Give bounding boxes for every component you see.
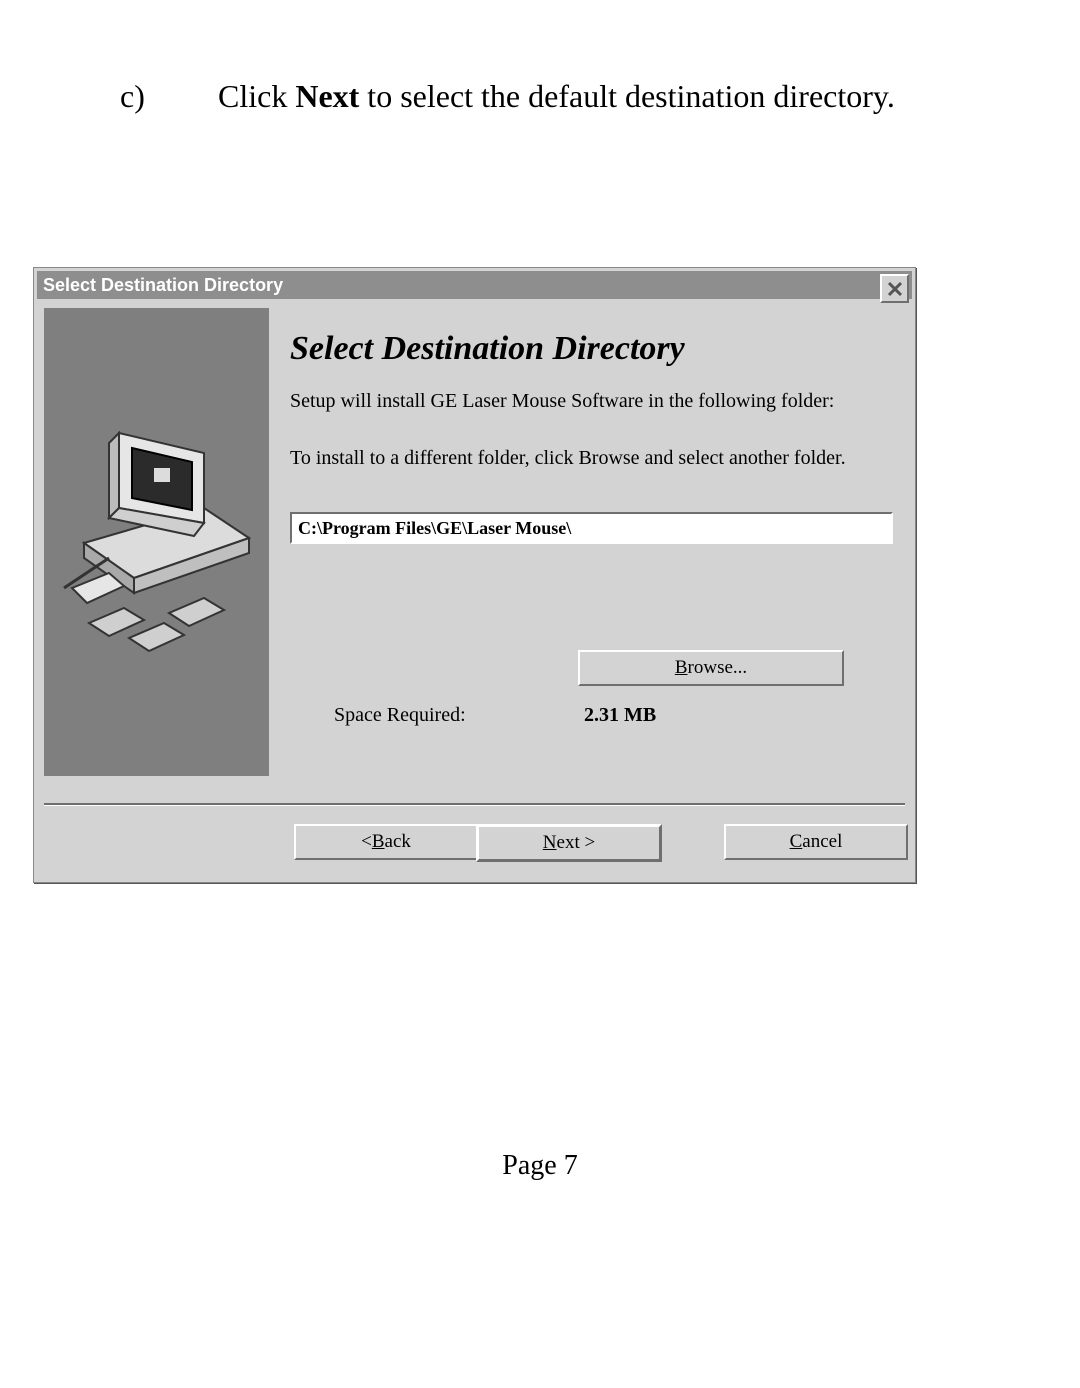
cancel-button-ul: C (790, 831, 803, 853)
cancel-button-post: ancel (802, 831, 842, 853)
back-button-post: ack (385, 831, 411, 853)
dialog-separator (44, 803, 905, 806)
cancel-button[interactable]: Cancel (724, 824, 908, 860)
instruction-text-pre: Click (218, 78, 295, 114)
browse-button-ul: B (675, 657, 688, 679)
close-icon (887, 281, 903, 297)
dialog-line-1: Setup will install GE Laser Mouse Softwa… (290, 388, 899, 415)
title-bar-text: Select Destination Directory (43, 275, 283, 296)
computer-illustration-icon (54, 408, 259, 688)
dialog-body: Select Destination Directory Setup will … (284, 308, 899, 544)
dialog-heading: Select Destination Directory (290, 330, 899, 368)
wizard-side-image (44, 308, 269, 776)
instruction-line: c) Click Next to select the default dest… (120, 78, 895, 115)
space-required-row: Space Required: 2.31 MB (334, 704, 874, 727)
next-button[interactable]: Next > (476, 824, 662, 862)
back-button[interactable]: < Back (294, 824, 478, 860)
dialog-button-row: < Back Next > Cancel (44, 824, 905, 864)
instruction-text-post: to select the default destination direct… (359, 78, 895, 114)
title-bar: Select Destination Directory (37, 271, 912, 299)
instruction-text-bold: Next (295, 78, 359, 114)
space-required-value: 2.31 MB (584, 704, 656, 727)
installer-dialog: Select Destination Directory (33, 267, 916, 883)
next-button-ul: N (543, 832, 557, 854)
destination-path-field[interactable]: C:\Program Files\GE\Laser Mouse\ (290, 512, 893, 544)
back-button-ul: B (372, 831, 385, 853)
next-button-post: ext > (557, 832, 596, 854)
close-button[interactable] (880, 274, 909, 303)
browse-button[interactable]: Browse... (578, 650, 844, 686)
instruction-marker: c) (120, 78, 210, 115)
page-number: Page 7 (0, 1150, 1080, 1182)
dialog-line-2: To install to a different folder, click … (290, 445, 899, 472)
space-required-label: Space Required: (334, 704, 584, 727)
back-button-pre: < (361, 831, 372, 853)
browse-button-rest: rowse... (688, 657, 748, 679)
